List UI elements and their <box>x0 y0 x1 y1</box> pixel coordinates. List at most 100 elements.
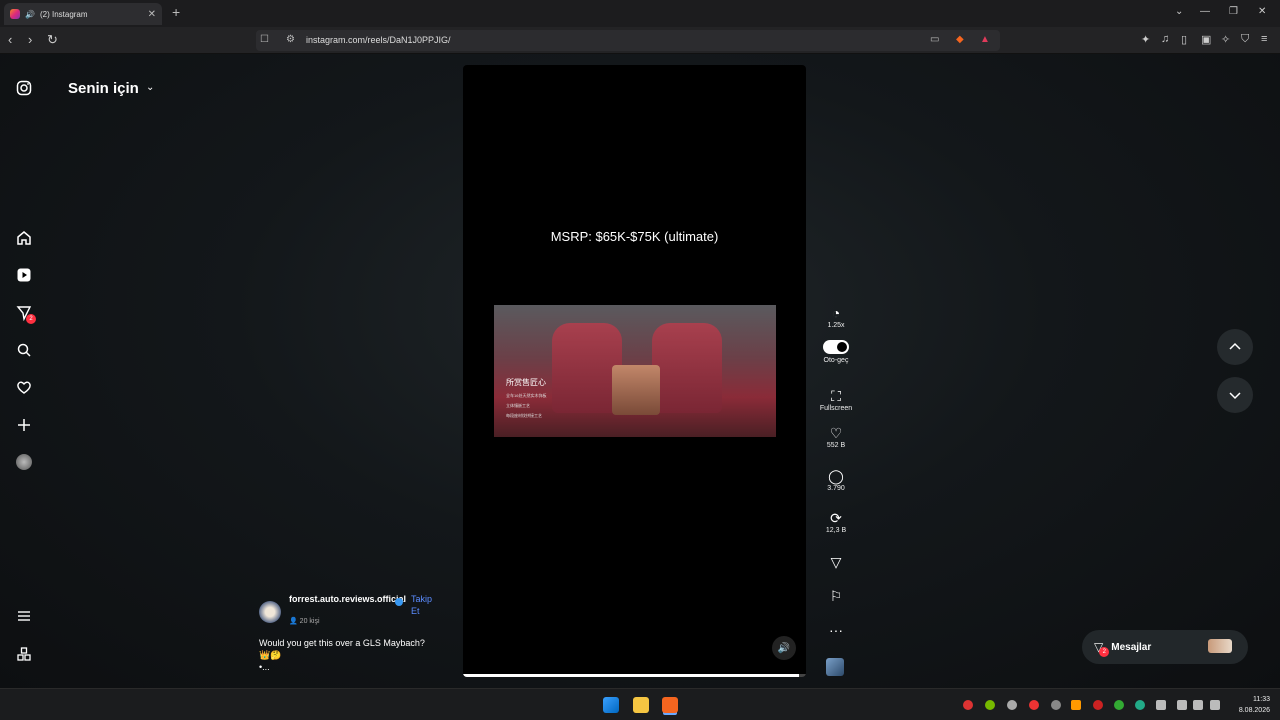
messages-button[interactable]: ▽ 2 Mesajlar <box>1082 630 1248 664</box>
wallet-icon[interactable]: ▣ <box>1201 33 1211 46</box>
forward-icon[interactable]: › <box>28 32 32 47</box>
leo-ai-icon[interactable]: ✧ <box>1221 33 1230 46</box>
repost-icon: ⟳ <box>830 510 842 526</box>
comment-button[interactable]: ◯ 3.790 <box>816 468 856 492</box>
instagram-logo-icon[interactable] <box>14 78 34 98</box>
notifications-heart-icon[interactable] <box>14 377 34 397</box>
like-button[interactable]: ♡ 552 B <box>816 425 856 449</box>
windows-start-icon[interactable] <box>603 697 619 713</box>
tray-app-icon[interactable] <box>1135 700 1145 710</box>
more-dots-icon: ··· <box>829 622 843 638</box>
restore-icon[interactable]: ❐ <box>1229 6 1238 17</box>
video-progress-bar[interactable] <box>463 674 806 677</box>
fullscreen-label: Fullscreen <box>819 405 853 412</box>
clock-time: 11:33 <box>1253 696 1270 703</box>
microphone-icon[interactable] <box>1156 700 1166 710</box>
tray-app-icon[interactable] <box>1051 700 1061 710</box>
network-icon[interactable] <box>1177 700 1187 710</box>
fullscreen-button[interactable]: ⛶ Fullscreen <box>816 388 856 412</box>
feed-title[interactable]: Senin için <box>68 80 139 97</box>
tab-title: (2) Instagram <box>39 9 88 19</box>
caption-text: Would you get this over a GLS Maybach? <box>259 638 425 648</box>
messages-badge: 2 <box>26 314 36 324</box>
cast-icon[interactable]: ▭ <box>930 34 939 45</box>
people-count: 👤 20 kişi <box>289 618 320 625</box>
vpn-icon[interactable]: ⛉ <box>1241 33 1249 46</box>
bookmark-icon[interactable]: ☐ <box>260 34 269 45</box>
search-icon[interactable] <box>14 340 34 360</box>
new-tab-button[interactable]: + <box>172 4 180 20</box>
minimize-icon[interactable]: — <box>1200 6 1210 17</box>
playback-speed-button[interactable]: ◔ 1.25x <box>816 305 856 329</box>
close-window-icon[interactable]: ✕ <box>1258 6 1266 17</box>
sidebar-toggle-icon[interactable]: ▯ <box>1181 33 1187 46</box>
nvidia-icon[interactable] <box>985 700 995 710</box>
chevron-down-icon[interactable]: ⌄ <box>146 82 154 93</box>
battery-icon[interactable] <box>1210 700 1220 710</box>
reel-video[interactable]: MSRP: $65K-$75K (ultimate) 所赏售匠心 全车16处天然… <box>463 65 806 677</box>
tray-app-icon[interactable] <box>963 700 973 710</box>
next-reel-button[interactable] <box>1217 377 1253 413</box>
messages-label: Mesajlar <box>1111 641 1152 653</box>
extensions-icon[interactable]: ✦ <box>1141 33 1150 46</box>
messages-icon[interactable]: 2 <box>14 303 36 324</box>
previous-reel-button[interactable] <box>1217 329 1253 365</box>
save-button[interactable]: ⚐ <box>816 588 856 604</box>
tray-app-icon[interactable] <box>1071 700 1081 710</box>
windows-taskbar: 11:33 8.08.2026 <box>0 688 1280 720</box>
reels-icon[interactable] <box>14 265 34 285</box>
more-menu-icon[interactable] <box>14 606 34 626</box>
brave-shield-icon[interactable]: ◆ <box>956 34 964 45</box>
speaker-icon: 🔊 <box>25 9 35 19</box>
message-avatars <box>1208 639 1232 653</box>
caption-more[interactable]: •... <box>259 661 449 673</box>
instagram-reels-page: Senin için ⌄ 2 MSRP: $65K-$75K (ultimate… <box>0 54 1280 688</box>
comments-count: 3.790 <box>827 485 845 492</box>
profile-avatar[interactable] <box>14 452 34 472</box>
speedometer-icon: ◔ <box>831 305 841 321</box>
browser-tab[interactable]: 🔊 (2) Instagram ✕ <box>4 3 162 25</box>
tray-app-icon[interactable] <box>1029 700 1039 710</box>
apps-grid-icon[interactable] <box>14 644 34 664</box>
author-username[interactable]: forrest.auto.reviews.official <box>289 593 406 605</box>
volume-tray-icon[interactable] <box>1193 700 1203 710</box>
follow-button[interactable]: Takip Et <box>411 593 441 617</box>
tray-app-icon[interactable] <box>1114 700 1124 710</box>
brave-rewards-icon[interactable]: ▲ <box>980 34 990 45</box>
author-avatar[interactable] <box>259 601 281 623</box>
share-button[interactable]: ▽ <box>816 554 856 570</box>
repost-button[interactable]: ⟳ 12,3 B <box>816 510 856 534</box>
browser-navbar: ‹ › ↻ ☐ ⚙ instagram.com/reels/DaN1J0PPJI… <box>0 27 1280 54</box>
address-bar[interactable]: ☐ ⚙ instagram.com/reels/DaN1J0PPJIG/ ▭ ◆… <box>256 30 1000 51</box>
tray-app-icon[interactable] <box>1093 700 1103 710</box>
video-caption-overlay: MSRP: $65K-$75K (ultimate) <box>550 229 719 244</box>
url-text[interactable]: instagram.com/reels/DaN1J0PPJIG/ <box>306 35 451 45</box>
reel-caption: Would you get this over a GLS Maybach? 👑… <box>259 637 449 673</box>
home-icon[interactable] <box>14 228 34 248</box>
brave-browser-icon[interactable] <box>662 697 678 713</box>
speed-label: 1.25x <box>827 322 845 329</box>
menu-icon[interactable]: ≡ <box>1261 33 1267 45</box>
back-icon[interactable]: ‹ <box>8 32 12 47</box>
site-info-icon[interactable]: ⚙ <box>286 34 295 45</box>
clock-date: 8.08.2026 <box>1238 707 1270 714</box>
instagram-favicon-icon <box>10 9 20 19</box>
audio-thumbnail[interactable] <box>826 658 844 676</box>
verified-badge-icon <box>395 598 403 606</box>
tab-list-icon[interactable]: ⌄ <box>1175 6 1183 17</box>
reload-icon[interactable]: ↻ <box>47 32 58 48</box>
autoplay-toggle[interactable]: Oto-geç <box>816 340 856 364</box>
bookmark-icon: ⚐ <box>829 588 843 604</box>
volume-icon[interactable]: 🔊 <box>772 636 796 660</box>
media-icon[interactable]: ♫ <box>1161 33 1169 45</box>
more-options-button[interactable]: ··· <box>816 622 856 638</box>
car-text-line: 立体镶嵌工艺 <box>506 403 530 408</box>
create-plus-icon[interactable] <box>14 415 34 435</box>
tray-app-icon[interactable] <box>1007 700 1017 710</box>
tab-close-icon[interactable]: ✕ <box>148 9 156 20</box>
car-text-headline: 所赏售匠心 <box>506 378 546 387</box>
reposts-count: 12,3 B <box>825 527 847 534</box>
taskbar-clock[interactable]: 11:33 8.08.2026 <box>1239 694 1270 716</box>
file-explorer-icon[interactable] <box>633 697 649 713</box>
likes-count: 552 B <box>826 442 846 449</box>
